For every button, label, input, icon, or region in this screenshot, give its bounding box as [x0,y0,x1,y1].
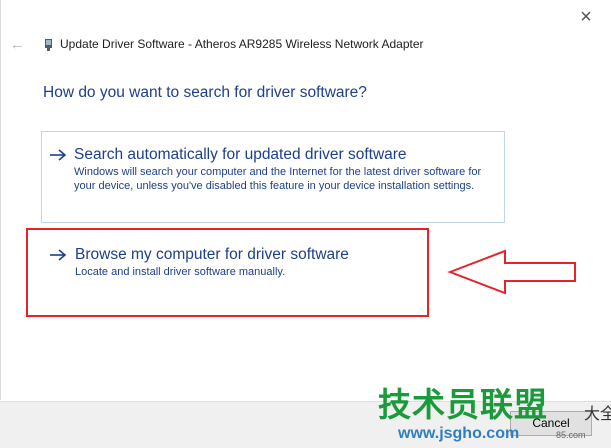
page-heading: How do you want to search for driver sof… [43,84,367,101]
network-adapter-icon [45,39,52,51]
watermark-url: www.jsgho.com [398,425,520,442]
option-title: Browse my computer for driver software [75,246,349,263]
option-description: Locate and install driver software manua… [75,266,286,278]
back-button[interactable]: ← [10,37,26,53]
watermark-brand: 技术员联盟 [378,386,548,423]
red-pointer-arrow-icon [447,249,576,295]
window-edge [0,0,1,400]
site-watermark: 技术员联盟 大全 www.jsgho.com 85.com [378,378,611,446]
close-button[interactable]: × [575,6,597,28]
arrow-right-icon [50,149,67,161]
option-description: Windows will search your computer and th… [74,166,482,192]
watermark-small: 85.com [556,430,586,440]
update-driver-dialog: × ← Update Driver Software - Atheros AR9… [0,0,611,448]
browse-computer-option[interactable]: Browse my computer for driver software L… [26,228,429,317]
option-title: Search automatically for updated driver … [74,146,407,163]
arrow-right-icon [50,249,67,261]
window-title: Update Driver Software - Atheros AR9285 … [60,37,424,51]
watermark-suffix: 大全 [584,406,611,423]
search-automatically-option[interactable]: Search automatically for updated driver … [41,131,505,223]
